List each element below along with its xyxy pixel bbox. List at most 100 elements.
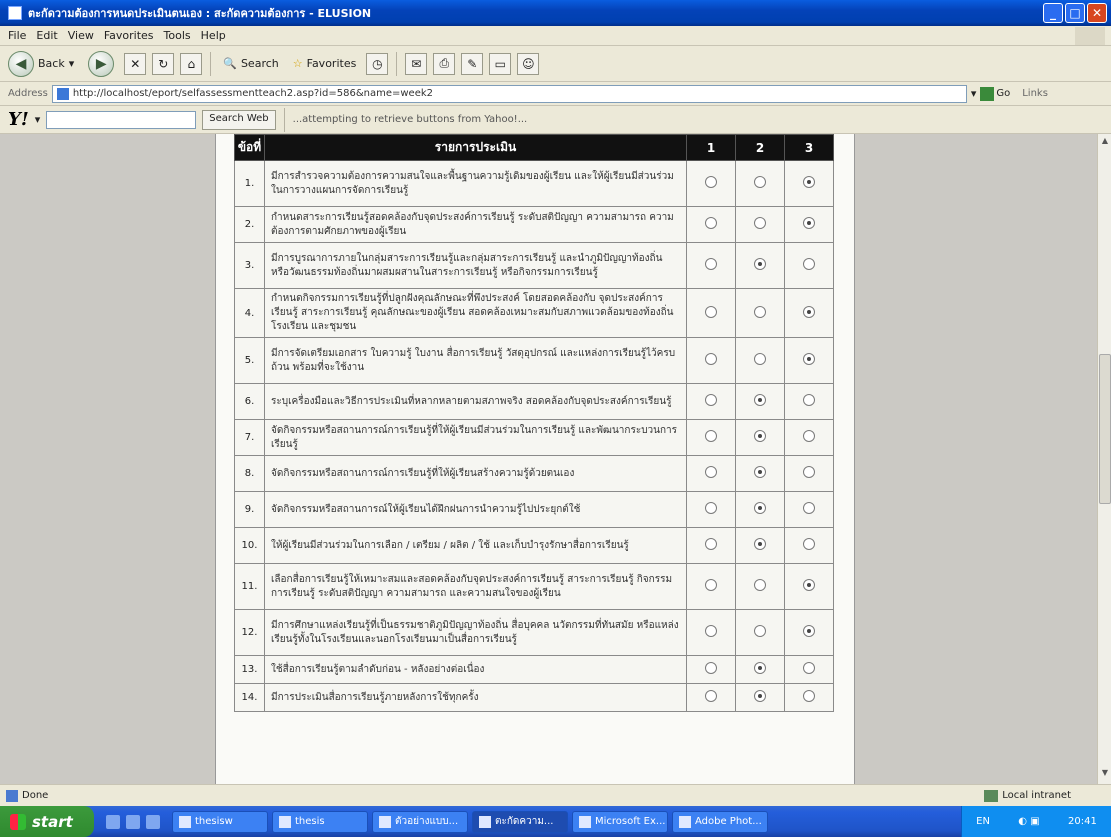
taskbar-button[interactable]: thesis (272, 810, 368, 833)
scroll-thumb[interactable] (1099, 354, 1111, 504)
scroll-up-icon[interactable]: ▲ (1099, 136, 1111, 150)
score-radio-1[interactable] (705, 176, 717, 188)
menu-view[interactable]: View (68, 29, 94, 42)
score-radio-3[interactable] (803, 394, 815, 406)
score-cell-3 (784, 288, 834, 338)
score-radio-2[interactable] (754, 662, 766, 674)
score-radio-3[interactable] (803, 662, 815, 674)
score-radio-3[interactable] (803, 538, 815, 550)
maximize-button[interactable]: □ (1065, 3, 1085, 23)
language-indicator[interactable]: EN (976, 816, 990, 827)
score-radio-3[interactable] (803, 258, 815, 270)
score-radio-2[interactable] (754, 305, 766, 318)
menu-edit[interactable]: Edit (36, 29, 57, 42)
score-radio-3[interactable] (803, 690, 815, 702)
score-radio-1[interactable] (705, 258, 717, 270)
score-radio-1[interactable] (705, 579, 717, 591)
row-number: 6. (234, 383, 265, 420)
stop-icon[interactable]: ✕ (124, 52, 147, 75)
address-dropdown-icon[interactable]: ▾ (971, 87, 977, 100)
address-input[interactable]: http://localhost/eport/selfassessmenttea… (51, 84, 967, 103)
yahoo-search-input[interactable] (46, 110, 197, 129)
quicklaunch-icon[interactable] (146, 814, 160, 829)
quicklaunch-icon[interactable] (126, 814, 140, 829)
score-radio-2[interactable] (754, 258, 766, 270)
score-radio-1[interactable] (705, 305, 717, 318)
ie-icon (8, 6, 22, 20)
taskbar-button[interactable]: ตัวอย่างแบบ... (372, 810, 468, 833)
menu-favorites[interactable]: Favorites (104, 29, 154, 42)
score-radio-3[interactable] (803, 625, 815, 637)
yahoo-logo[interactable]: Y! (8, 109, 29, 130)
refresh-icon[interactable]: ↻ (152, 52, 175, 75)
messenger-icon[interactable]: ☺ (517, 52, 540, 75)
row-number: 13. (234, 655, 265, 684)
go-button[interactable]: Go (980, 86, 1010, 101)
start-button[interactable]: start (0, 806, 94, 837)
tray-icons[interactable]: ◐ ▣ (1018, 816, 1039, 827)
search-button[interactable]: 🔍 Search (219, 55, 283, 72)
menu-help[interactable]: Help (201, 29, 226, 42)
score-radio-1[interactable] (705, 430, 717, 442)
score-radio-3[interactable] (803, 176, 815, 188)
score-radio-2[interactable] (754, 430, 766, 442)
scroll-down-icon[interactable]: ▼ (1099, 768, 1111, 782)
score-radio-1[interactable] (705, 217, 717, 229)
back-arrow-icon: ◀ (8, 50, 34, 77)
edit-icon[interactable]: ✎ (461, 52, 484, 75)
score-radio-2[interactable] (754, 625, 766, 637)
taskbar-button[interactable]: Microsoft Ex... (572, 810, 668, 833)
links-button[interactable]: Links (1022, 88, 1048, 99)
score-radio-3[interactable] (803, 430, 815, 442)
back-button[interactable]: ◀ Back ▾ (4, 49, 78, 79)
score-radio-2[interactable] (754, 538, 766, 550)
score-radio-3[interactable] (803, 502, 815, 514)
score-radio-1[interactable] (705, 625, 717, 637)
score-radio-2[interactable] (754, 353, 766, 365)
score-radio-2[interactable] (754, 690, 766, 702)
print-icon[interactable]: ⎙ (433, 52, 456, 75)
score-radio-3[interactable] (803, 305, 815, 318)
score-radio-3[interactable] (803, 579, 815, 591)
score-radio-1[interactable] (705, 502, 717, 514)
discuss-icon[interactable]: ▭ (489, 52, 512, 75)
score-radio-1[interactable] (705, 466, 717, 478)
score-radio-1[interactable] (705, 662, 717, 674)
score-radio-3[interactable] (803, 353, 815, 365)
history-icon[interactable]: ◷ (366, 52, 389, 75)
score-radio-1[interactable] (705, 394, 717, 406)
row-number: 5. (234, 337, 265, 384)
score-radio-2[interactable] (754, 217, 766, 229)
vertical-scrollbar[interactable]: ▲ ▼ (1097, 134, 1111, 784)
favorites-button[interactable]: ☆ Favorites (289, 55, 361, 72)
score-radio-2[interactable] (754, 394, 766, 406)
taskbar-button[interactable]: Adobe Phot... (672, 810, 768, 833)
score-radio-2[interactable] (754, 176, 766, 188)
yahoo-status-text: ...attempting to retrieve buttons from Y… (292, 114, 528, 125)
menu-file[interactable]: File (8, 29, 26, 42)
home-icon[interactable]: ⌂ (180, 52, 203, 75)
yahoo-dropdown-icon[interactable]: ▾ (35, 113, 41, 126)
score-radio-2[interactable] (754, 579, 766, 591)
forward-button[interactable]: ▶ (84, 49, 118, 79)
score-radio-2[interactable] (754, 466, 766, 478)
score-radio-3[interactable] (803, 217, 815, 229)
table-row: 5. มีการจัดเตรียมเอกสาร ใบความรู้ ใบงาน ส… (234, 337, 834, 384)
search-web-button[interactable]: Search Web (202, 109, 276, 130)
score-radio-1[interactable] (705, 690, 717, 702)
mail-icon[interactable]: ✉ (405, 52, 428, 75)
score-cell-2 (735, 337, 785, 384)
menu-tools[interactable]: Tools (164, 29, 191, 42)
score-radio-3[interactable] (803, 466, 815, 478)
quicklaunch-icon[interactable] (106, 814, 120, 829)
taskbar-button[interactable]: thesisw (172, 810, 268, 833)
score-radio-1[interactable] (705, 538, 717, 550)
taskbar-button[interactable]: ตะกัดความ... (472, 810, 568, 833)
close-button[interactable]: ✕ (1087, 3, 1107, 23)
minimize-button[interactable]: _ (1043, 3, 1063, 23)
score-cell-2 (735, 609, 785, 656)
score-radio-2[interactable] (754, 502, 766, 514)
score-radio-1[interactable] (705, 353, 717, 365)
toolbar-separator (210, 51, 212, 76)
score-cell-3 (784, 491, 834, 528)
